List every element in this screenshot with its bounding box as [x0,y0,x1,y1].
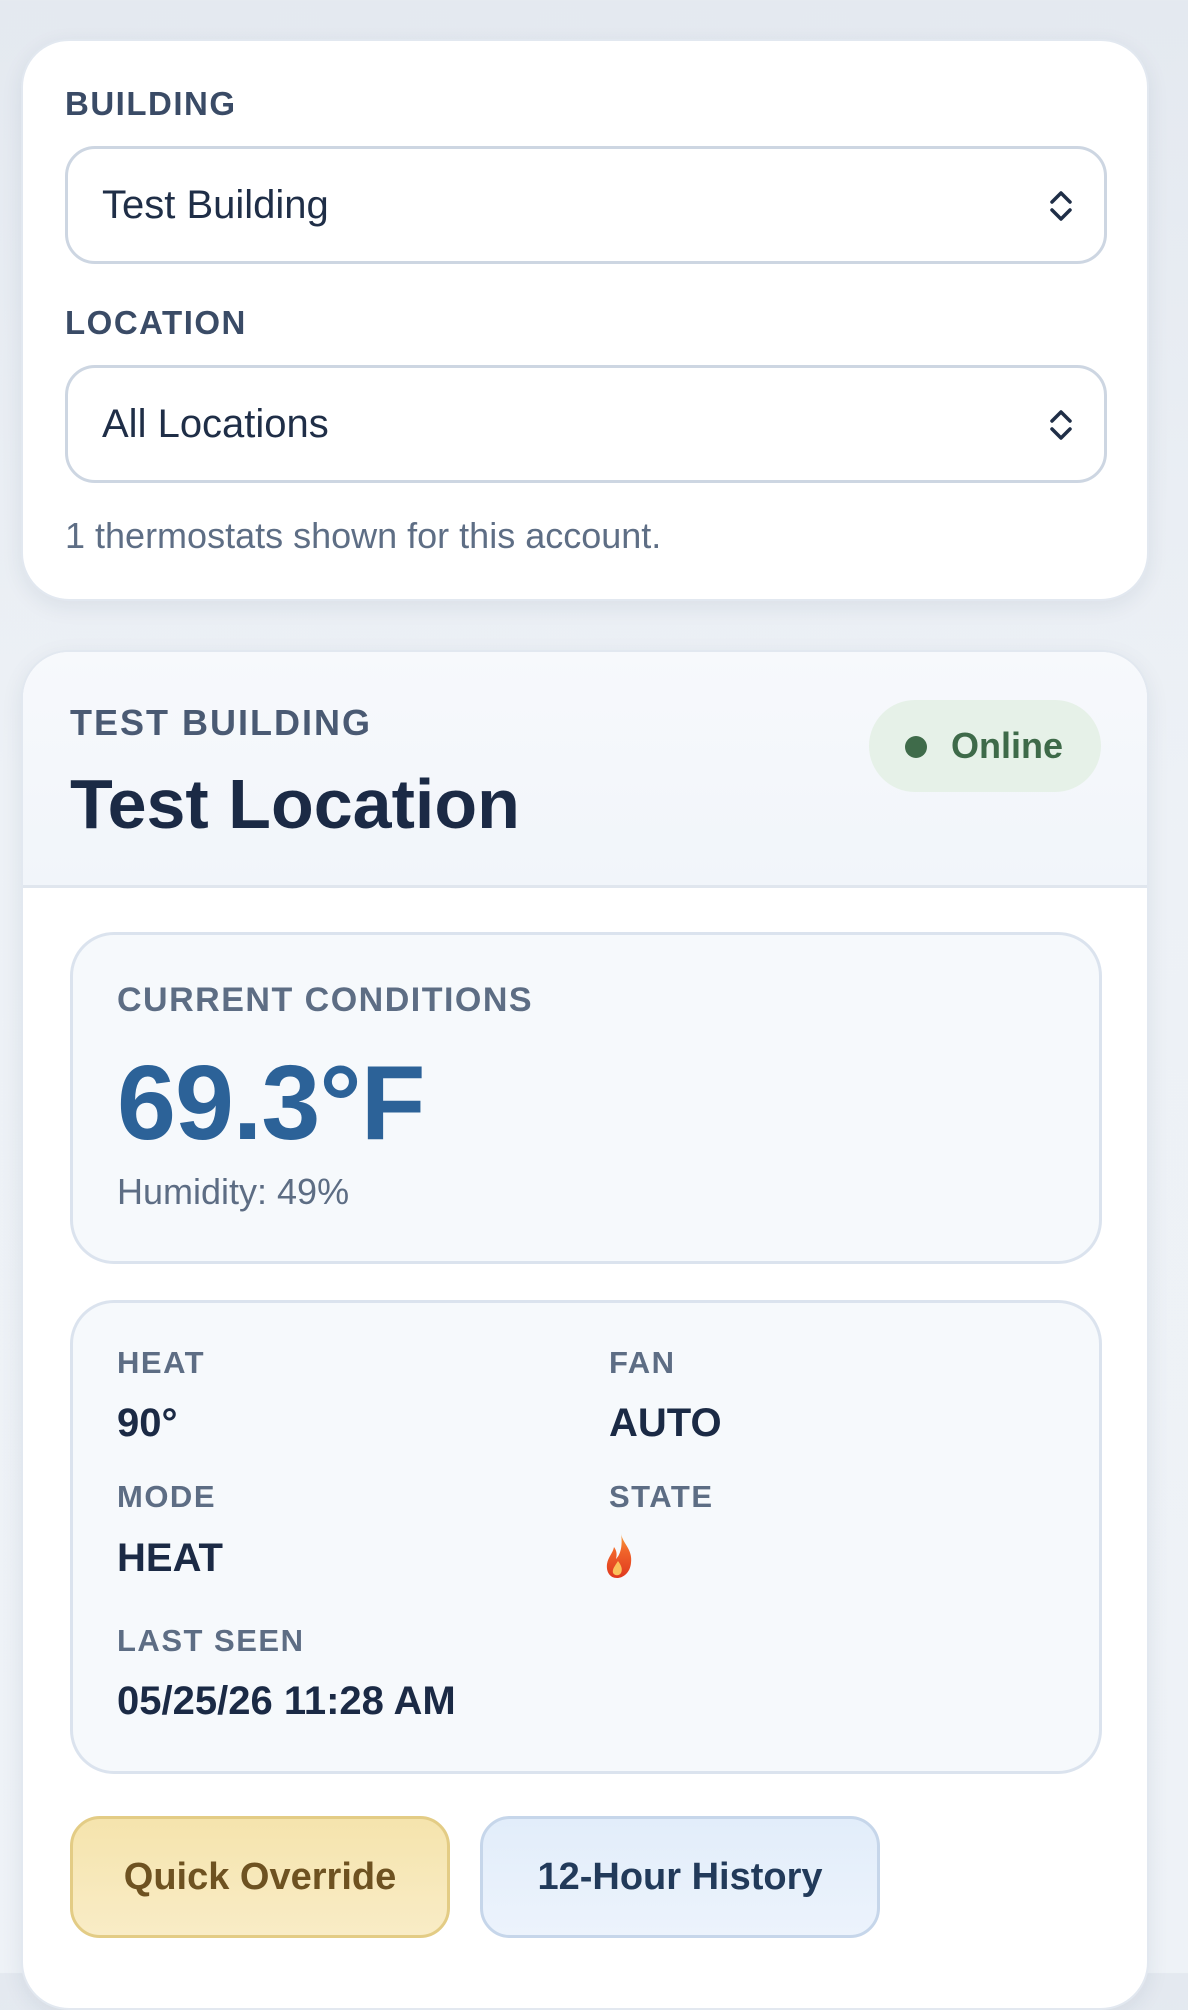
mode-label: MODE [117,1479,216,1514]
fan-label: FAN [609,1345,676,1380]
status-dot-icon [905,736,927,758]
building-name: TEST BUILDING [70,702,372,743]
thermostat-card: TEST BUILDING Test Location Online CURRE… [21,650,1149,2010]
current-temperature: 69.3°F [117,1044,425,1162]
humidity-reading: Humidity: 49% [117,1171,350,1212]
thermostat-details-panel: HEAT 90° FAN AUTO MODE HEAT STATE LAST S… [70,1300,1102,1774]
current-conditions-panel: CURRENT CONDITIONS 69.3°F Humidity: 49% [70,932,1102,1264]
last-seen-label: LAST SEEN [117,1623,305,1658]
state-label: STATE [609,1479,714,1514]
filter-panel: BUILDING Test Building LOCATION All Loca… [21,39,1149,601]
history-button[interactable]: 12-Hour History [480,1816,880,1938]
thermostat-count-hint: 1 thermostats shown for this account. [65,515,662,556]
building-label: BUILDING [65,85,237,122]
last-seen-value: 05/25/26 11:28 AM [117,1679,456,1723]
fan-value: AUTO [609,1401,722,1445]
chevron-up-down-icon [1050,410,1072,440]
chevron-up-down-icon [1050,191,1072,221]
location-select-value: All Locations [102,402,329,446]
status-text: Online [951,725,1064,766]
location-label: LOCATION [65,304,247,341]
heat-setpoint-label: HEAT [117,1345,206,1380]
quick-override-button[interactable]: Quick Override [70,1816,450,1938]
current-conditions-label: CURRENT CONDITIONS [117,981,534,1019]
status-badge: Online [869,700,1101,792]
mode-value: HEAT [117,1536,223,1580]
location-select[interactable]: All Locations [65,365,1107,483]
building-select[interactable]: Test Building [65,146,1107,264]
flame-icon [606,1533,632,1578]
card-header: TEST BUILDING Test Location Online [23,652,1147,888]
location-title: Test Location [70,765,520,843]
heat-setpoint-value: 90° [117,1401,178,1445]
building-select-value: Test Building [102,183,329,227]
